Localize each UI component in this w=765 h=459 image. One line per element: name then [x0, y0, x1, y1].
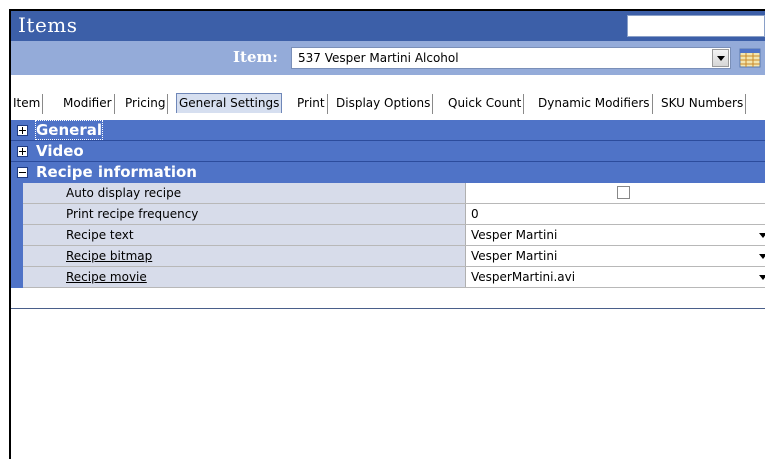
title-bar: Items [11, 11, 765, 41]
section-label: Video [36, 142, 84, 160]
tab-quick-count[interactable]: Quick Count [446, 94, 525, 114]
row-auto-display-recipe: Auto display recipe [23, 183, 765, 204]
recipe-bitmap-link[interactable]: Recipe bitmap [23, 246, 466, 266]
recipe-bitmap-dropdown[interactable]: Vesper Martini [467, 246, 765, 266]
row-print-recipe-frequency: Print recipe frequency 0 [23, 204, 765, 225]
calculator-icon[interactable] [739, 48, 761, 68]
row-recipe-bitmap: Recipe bitmap Vesper Martini [23, 246, 765, 267]
item-dropdown-button[interactable] [712, 49, 729, 67]
tab-general-settings[interactable]: General Settings [176, 93, 283, 113]
expand-icon[interactable] [17, 146, 28, 157]
auto-display-recipe-checkbox[interactable] [617, 186, 630, 199]
tab-pricing[interactable]: Pricing [123, 94, 169, 114]
item-value: 537 Vesper Martini Alcohol [298, 51, 459, 65]
section-label: Recipe information [36, 163, 197, 181]
chevron-down-icon [717, 56, 725, 61]
property-value [467, 183, 765, 203]
row-gutter [11, 183, 23, 288]
row-recipe-movie: Recipe movie VesperMartini.avi [23, 267, 765, 288]
row-recipe-text: Recipe text Vesper Martini [23, 225, 765, 246]
collapse-icon[interactable] [17, 167, 28, 178]
title-bar-field[interactable] [627, 15, 765, 37]
dropdown-value: Vesper Martini [471, 249, 558, 263]
tab-dynamic-modifiers[interactable]: Dynamic Modifiers [536, 94, 653, 114]
items-window: Items Item: 537 Vesper Martini Alcohol I… [9, 9, 765, 459]
expand-icon[interactable] [17, 125, 28, 136]
item-selector-bar: Item: 537 Vesper Martini Alcohol [11, 41, 765, 75]
recipe-movie-link[interactable]: Recipe movie [23, 267, 466, 287]
tab-bar: Item Modifier Pricing General Settings P… [11, 91, 765, 115]
tab-modifier[interactable]: Modifier [61, 94, 115, 114]
property-name: Auto display recipe [23, 183, 466, 203]
chevron-down-icon[interactable] [759, 254, 765, 259]
tab-display-options[interactable]: Display Options [334, 94, 434, 114]
section-general[interactable]: General [11, 120, 765, 141]
recipe-text-dropdown[interactable]: Vesper Martini [467, 225, 765, 245]
item-label: Item: [233, 48, 278, 66]
chevron-down-icon[interactable] [759, 275, 765, 280]
section-label: General [35, 120, 103, 140]
recipe-movie-dropdown[interactable]: VesperMartini.avi [467, 267, 765, 287]
window-title: Items [18, 13, 78, 37]
item-dropdown[interactable]: 537 Vesper Martini Alcohol [291, 47, 731, 69]
property-grid: General Video Recipe information Auto di… [11, 120, 765, 309]
tab-print[interactable]: Print [295, 94, 328, 114]
tab-sku-numbers[interactable]: SKU Numbers [659, 94, 747, 114]
dropdown-value: Vesper Martini [471, 228, 558, 242]
property-name: Print recipe frequency [23, 204, 466, 224]
dropdown-value: VesperMartini.avi [471, 270, 576, 284]
tab-item[interactable]: Item [11, 94, 44, 114]
chevron-down-icon[interactable] [759, 233, 765, 238]
print-recipe-frequency-input[interactable]: 0 [467, 204, 765, 224]
section-recipe-information[interactable]: Recipe information [11, 162, 765, 183]
property-name: Recipe text [23, 225, 466, 245]
section-video[interactable]: Video [11, 141, 765, 162]
